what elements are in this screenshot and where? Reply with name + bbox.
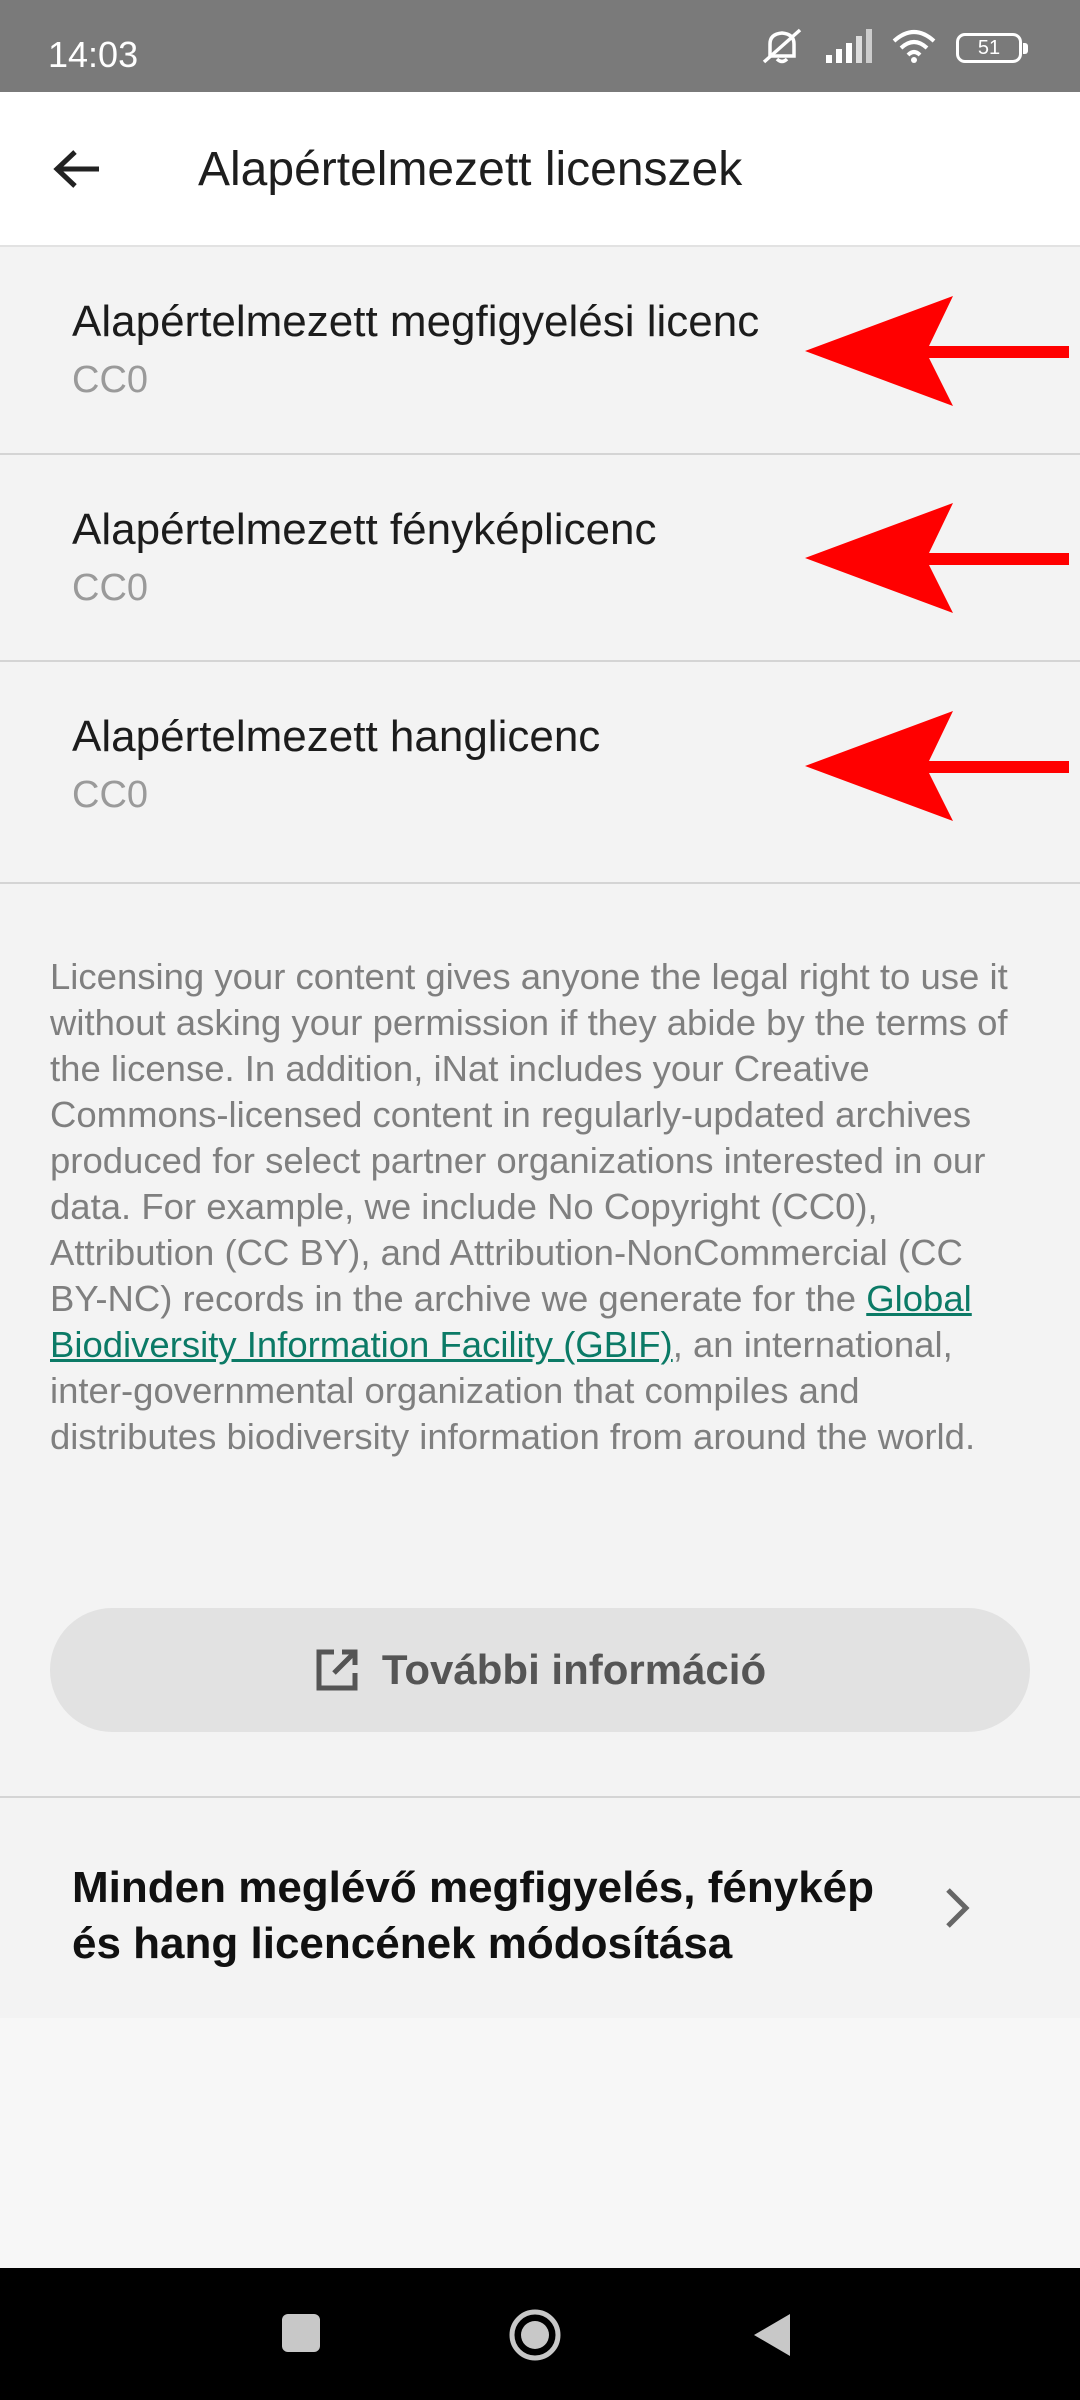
red-arrow-annotation xyxy=(805,711,1069,821)
status-icons: 51 xyxy=(760,26,1028,71)
more-info-label: További információ xyxy=(381,1646,767,1693)
license-title-sound: Alapértelmezett hanglicenc xyxy=(72,712,601,761)
wifi-icon xyxy=(892,29,936,68)
license-value-observation: CC0 xyxy=(72,359,149,401)
license-description-section: Licensing your content gives anyone the … xyxy=(0,884,1080,1798)
change-all-licenses-row[interactable]: Minden meglévő megfigyelés, fénykép és h… xyxy=(0,1798,1080,2018)
open-external-icon xyxy=(316,1649,358,1691)
change-all-licenses-label: Minden meglévő megfigyelés, fénykép és h… xyxy=(72,1863,875,1968)
red-arrow-annotation xyxy=(805,296,1069,406)
license-row-observation[interactable]: Alapértelmezett megfigyelési licenc CC0 xyxy=(0,247,1080,455)
system-nav-bar xyxy=(0,2268,1080,2400)
license-title-observation: Alapértelmezett megfigyelési licenc xyxy=(72,297,760,346)
chevron-right-icon xyxy=(946,1888,970,1928)
license-title-photo: Alapértelmezett fényképlicenc xyxy=(72,505,657,554)
license-value-sound: CC0 xyxy=(72,774,149,816)
red-arrow-annotation xyxy=(805,503,1069,613)
mute-icon xyxy=(760,26,804,71)
arrow-left-icon xyxy=(53,150,99,188)
license-value-photo: CC0 xyxy=(72,567,149,609)
license-row-photo[interactable]: Alapértelmezett fényképlicenc CC0 xyxy=(0,455,1080,662)
status-time: 14:03 xyxy=(48,34,139,75)
system-back-button[interactable] xyxy=(752,2312,792,2358)
app-bar: Alapértelmezett licenszek xyxy=(0,92,1080,247)
page-title: Alapértelmezett licenszek xyxy=(198,143,743,196)
status-bar: 14:03 51 xyxy=(0,0,1080,92)
description-text-1: Licensing your content gives anyone the … xyxy=(50,956,1008,1319)
signal-icon xyxy=(824,28,872,68)
home-button[interactable] xyxy=(508,2308,562,2362)
more-info-button[interactable]: További információ xyxy=(50,1608,1030,1732)
back-button[interactable] xyxy=(40,132,114,206)
license-description: Licensing your content gives anyone the … xyxy=(50,954,1030,1460)
battery-icon: 51 xyxy=(956,33,1028,63)
license-row-sound[interactable]: Alapértelmezett hanglicenc CC0 xyxy=(0,662,1080,884)
recents-button[interactable] xyxy=(282,2314,320,2352)
